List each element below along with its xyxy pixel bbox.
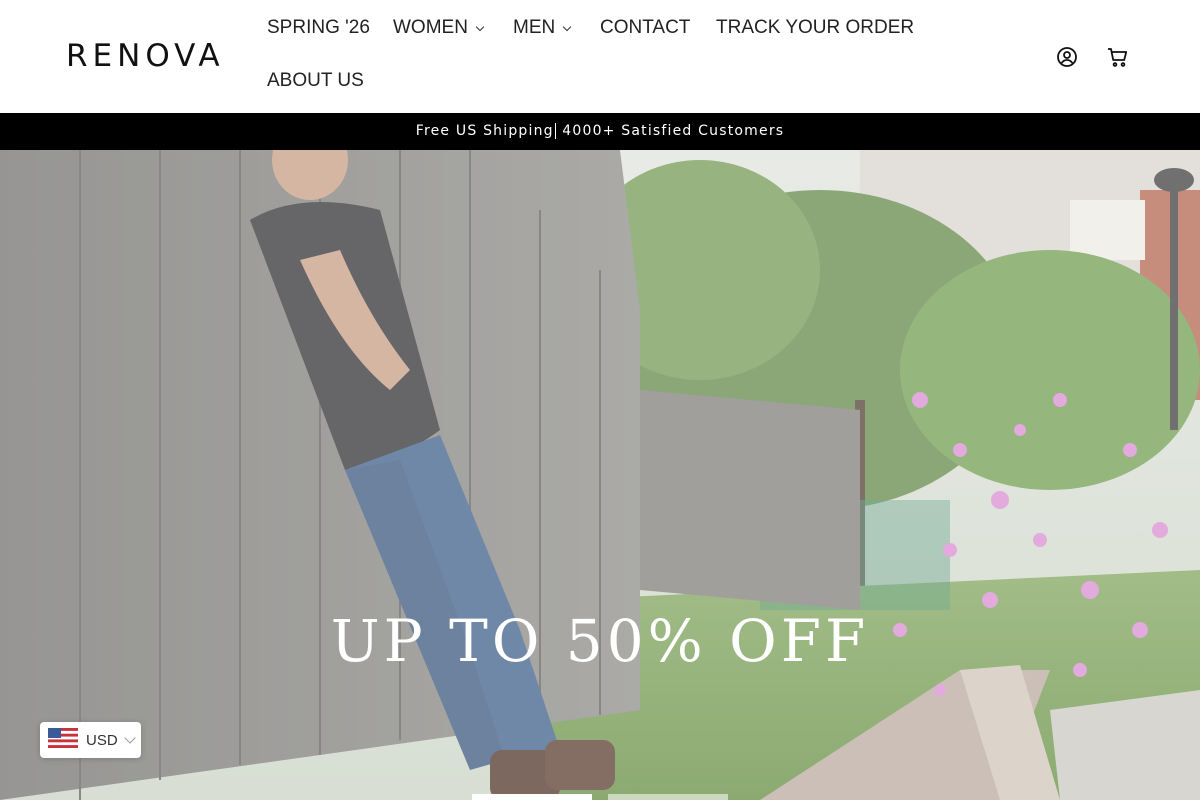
nav-item-track-order[interactable]: TRACK YOUR ORDER [716, 17, 914, 39]
nav-item-spring[interactable]: SPRING '26 [267, 17, 370, 39]
account-icon[interactable] [1055, 45, 1079, 69]
nav-item-label: ABOUT US [267, 70, 364, 91]
nav-item-label: SPRING '26 [267, 17, 370, 38]
nav-item-label: TRACK YOUR ORDER [716, 17, 915, 38]
hero-overlay [0, 150, 1200, 800]
currency-selector[interactable]: USD [40, 722, 141, 758]
slide-dot-2[interactable] [608, 794, 728, 800]
nav-item-label: WOMEN [393, 17, 468, 38]
nav-item-label: CONTACT [600, 17, 691, 38]
slideshow-dots [472, 794, 728, 800]
slide-dot-1[interactable] [472, 794, 592, 800]
hero-banner[interactable]: UP TO 50% OFF [0, 150, 1200, 800]
nav-item-contact[interactable]: CONTACT [600, 17, 690, 39]
brand-logo[interactable]: RENOVA [66, 38, 225, 74]
nav-item-label: MEN [513, 17, 556, 38]
nav-item-women[interactable]: WOMEN [393, 17, 485, 39]
cart-icon[interactable] [1106, 45, 1130, 69]
announcement-customers: 4000+ Satisfied Customers [562, 123, 785, 139]
chevron-down-icon [562, 22, 572, 31]
hero-headline: UP TO 50% OFF [330, 607, 870, 665]
announcement-bar: Free US Shipping 4000+ Satisfied Customer… [0, 113, 1200, 150]
chevron-down-icon [475, 22, 485, 31]
nav-item-about[interactable]: ABOUT US [267, 70, 364, 92]
us-flag-icon [48, 727, 78, 753]
divider [554, 123, 557, 139]
chevron-down-icon [124, 731, 136, 744]
currency-code: USD [86, 731, 118, 749]
announcement-shipping: Free US Shipping [415, 123, 554, 139]
nav-item-men[interactable]: MEN [513, 17, 572, 39]
site-header: RENOVA SPRING '26 WOMEN MEN CONTACT TRAC… [0, 0, 1200, 113]
